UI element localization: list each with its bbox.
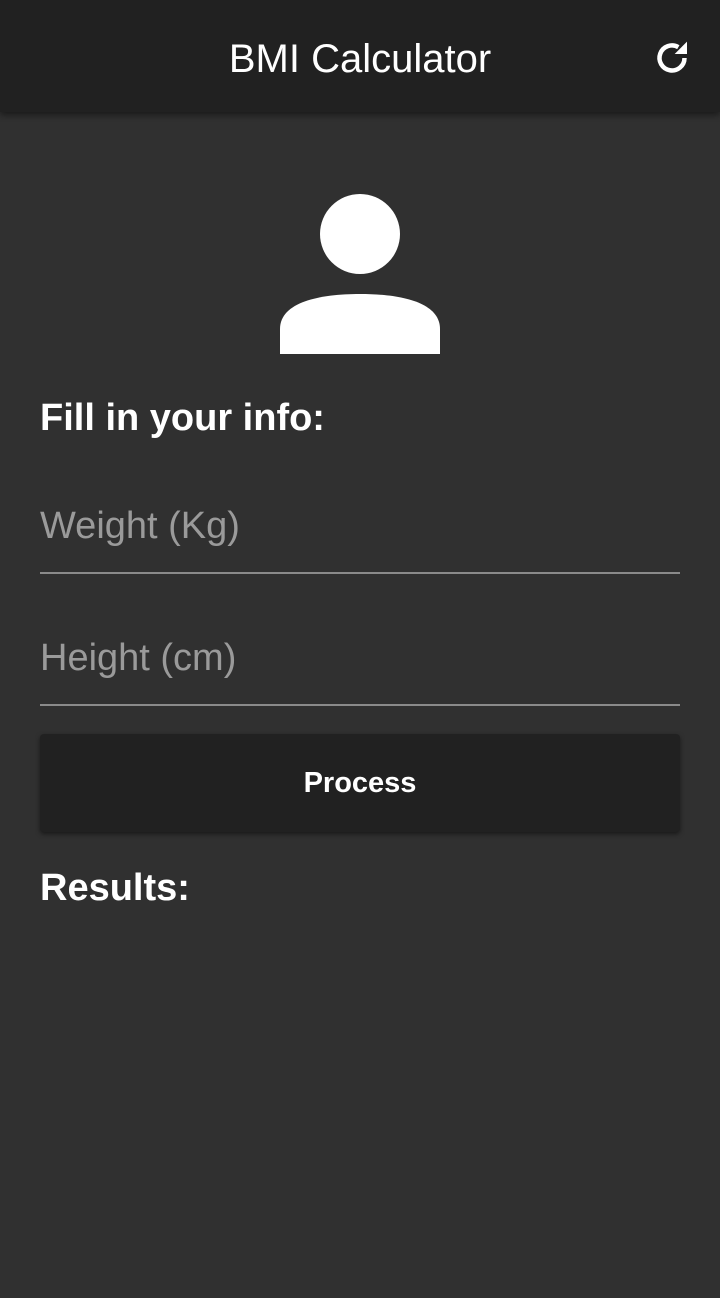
height-field (40, 614, 680, 706)
app-bar: BMI Calculator (0, 0, 720, 112)
app-screen: BMI Calculator Fill in your info: Proces… (0, 0, 720, 1298)
weight-field (40, 482, 680, 574)
height-input[interactable] (40, 614, 680, 702)
person-avatar (270, 184, 450, 364)
refresh-icon (657, 41, 687, 73)
results-heading: Results: (40, 867, 190, 909)
app-title: BMI Calculator (228, 37, 492, 81)
weight-input[interactable] (40, 482, 680, 570)
process-button[interactable]: Process (40, 734, 680, 832)
refresh-button[interactable] (640, 26, 704, 90)
person-icon (280, 194, 440, 354)
form-heading: Fill in your info: (40, 397, 325, 439)
